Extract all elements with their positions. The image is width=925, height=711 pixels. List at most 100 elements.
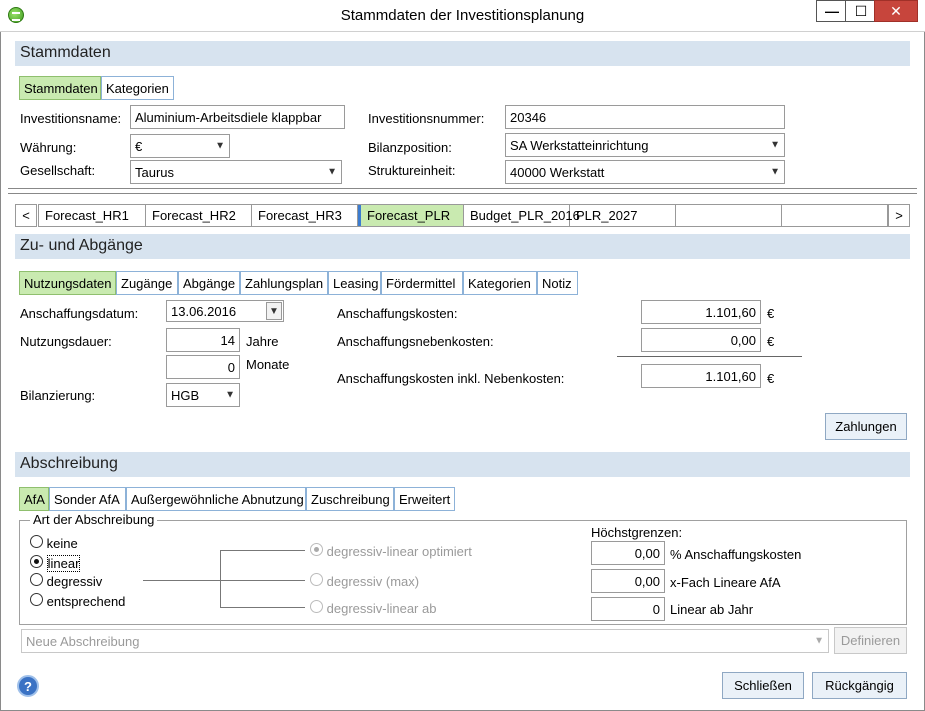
divider — [8, 193, 917, 194]
struktureinheit-label: Struktureinheit: — [368, 163, 456, 178]
radio-degressiv-linear-ab: degressiv-linear ab — [310, 600, 436, 616]
window-title: Stammdaten der Investitionsplanung — [340, 7, 585, 24]
bilanzposition-label: Bilanzposition: — [368, 140, 452, 155]
connector-line — [220, 580, 305, 581]
jahre-input[interactable]: 14 — [166, 328, 240, 352]
radio-degressiv-max: degressiv (max) — [310, 573, 419, 589]
radio-icon — [30, 535, 43, 548]
rueckgaengig-button[interactable]: Rückgängig — [812, 672, 907, 699]
nebenkosten-input[interactable]: 0,00 — [641, 328, 761, 352]
connector-line — [220, 550, 221, 608]
currency-label: € — [767, 371, 775, 386]
chevron-down-icon: ▼ — [814, 635, 824, 647]
radio-icon — [310, 600, 323, 613]
bilanzposition-select[interactable]: SA Werkstatteinrichtung ▼ — [505, 133, 785, 157]
radio-entsprechend[interactable]: entsprechend — [30, 593, 125, 609]
forecast-tab[interactable]: PLR_2027 — [570, 205, 676, 226]
abschreibung-header: Abschreibung — [15, 452, 910, 477]
currency-label: € — [767, 306, 775, 321]
bilanzierung-label: Bilanzierung: — [20, 388, 96, 403]
limit-linear-ab-label: Linear ab Jahr — [670, 602, 754, 617]
investitionsnummer-label: Investitionsnummer: — [368, 111, 485, 126]
title-bar: Stammdaten der Investitionsplanung — ☐ ✕ — [0, 0, 925, 32]
connector-line — [143, 580, 221, 581]
tab-aussergewoehnliche-abnutzung[interactable]: Außergewöhnliche Abnutzung — [126, 487, 306, 511]
forecast-tab[interactable]: Forecast_HR1 — [39, 205, 146, 226]
anschaffungsdatum-label: Anschaffungsdatum: — [20, 306, 139, 321]
tab-stammdaten[interactable]: Stammdaten — [19, 76, 101, 100]
schliessen-button[interactable]: Schließen — [722, 672, 804, 699]
chevron-down-icon: ▼ — [225, 389, 235, 401]
bilanzierung-select[interactable]: HGB ▼ — [166, 383, 240, 407]
minimize-button[interactable]: — — [816, 0, 848, 22]
calendar-dropdown-icon[interactable]: ▼ — [266, 302, 282, 320]
inkl-nebenkosten-input: 1.101,60 — [641, 364, 761, 388]
limit-anschaffungskosten-label: % Anschaffungskosten — [670, 547, 802, 562]
radio-checked-icon — [310, 543, 323, 556]
tab-erweitert[interactable]: Erweitert — [394, 487, 455, 511]
forecast-tab[interactable]: Budget_PLR_2016 — [464, 205, 580, 226]
tab-afa[interactable]: AfA — [19, 487, 49, 511]
tab-kategorien-zu[interactable]: Kategorien — [463, 271, 537, 295]
forecast-tab-active[interactable]: Forecast_PLR — [358, 205, 464, 226]
chevron-down-icon: ▼ — [770, 166, 780, 178]
chevron-down-icon: ▼ — [770, 139, 780, 151]
help-icon[interactable]: ? — [17, 675, 39, 697]
radio-linear[interactable]: linear — [30, 555, 81, 572]
monate-input[interactable]: 0 — [166, 355, 240, 379]
forecast-tabstrip: Forecast_HR1 Forecast_HR2 Forecast_HR3 F… — [38, 204, 888, 227]
radio-icon — [30, 573, 43, 586]
limit-xfach-label: x-Fach Lineare AfA — [670, 575, 781, 590]
tab-zugaenge[interactable]: Zugänge — [116, 271, 178, 295]
zahlungen-button[interactable]: Zahlungen — [825, 413, 907, 440]
abschreibung-groupbox — [19, 520, 907, 625]
radio-degressiv-linear-optimiert: degressiv-linear optimiert — [310, 543, 472, 559]
tab-leasing[interactable]: Leasing — [328, 271, 381, 295]
tab-foerdermittel[interactable]: Fördermittel — [381, 271, 463, 295]
divider — [8, 188, 917, 189]
anschaffungsdatum-picker[interactable]: 13.06.2016 ▼ — [166, 300, 284, 322]
forecast-prev-button[interactable]: < — [15, 204, 37, 227]
close-button[interactable]: ✕ — [874, 0, 918, 22]
nutzungsdauer-label: Nutzungsdauer: — [20, 334, 112, 349]
tab-kategorien[interactable]: Kategorien — [101, 76, 174, 100]
hoechstgrenzen-label: Höchstgrenzen: — [591, 525, 683, 540]
investitionsname-input[interactable]: Aluminium-Arbeitsdiele klappbar — [130, 105, 345, 129]
radio-degressiv[interactable]: degressiv — [30, 573, 102, 589]
waehrung-select[interactable]: € ▼ — [130, 134, 230, 158]
tab-zuschreibung[interactable]: Zuschreibung — [306, 487, 394, 511]
investitionsname-label: Investitionsname: — [20, 111, 122, 126]
radio-icon — [30, 593, 43, 606]
limit-linear-ab-input[interactable]: 0 — [591, 597, 665, 621]
waehrung-label: Währung: — [20, 140, 77, 155]
jahre-label: Jahre — [246, 334, 279, 349]
limit-anschaffungskosten-input[interactable]: 0,00 — [591, 541, 665, 565]
nebenkosten-label: Anschaffungsnebenkosten: — [337, 334, 494, 349]
connector-line — [220, 550, 305, 551]
chevron-down-icon: ▼ — [327, 166, 337, 178]
definieren-button: Definieren — [834, 627, 907, 654]
tab-notiz[interactable]: Notiz — [537, 271, 578, 295]
investitionsnummer-input[interactable]: 20346 — [505, 105, 785, 129]
tab-sonder-afa[interactable]: Sonder AfA — [49, 487, 126, 511]
monate-label: Monate — [246, 357, 290, 372]
limit-xfach-input[interactable]: 0,00 — [591, 569, 665, 593]
gesellschaft-label: Gesellschaft: — [20, 163, 96, 178]
tab-abgaenge[interactable]: Abgänge — [178, 271, 240, 295]
neue-abschreibung-select[interactable]: Neue Abschreibung ▼ — [21, 629, 829, 653]
forecast-tab[interactable]: Forecast_HR2 — [146, 205, 252, 226]
gesellschaft-select[interactable]: Taurus ▼ — [130, 160, 342, 184]
tab-nutzungsdaten[interactable]: Nutzungsdaten — [19, 271, 116, 295]
anschaffungskosten-input[interactable]: 1.101,60 — [641, 300, 761, 324]
forecast-tab[interactable] — [782, 205, 887, 226]
tab-zahlungsplan[interactable]: Zahlungsplan — [240, 271, 328, 295]
maximize-button[interactable]: ☐ — [845, 0, 877, 22]
groupbox-label: Art der Abschreibung — [30, 512, 158, 527]
forecast-tab[interactable]: Forecast_HR3 — [252, 205, 358, 226]
currency-label: € — [767, 334, 775, 349]
forecast-tab[interactable] — [676, 205, 782, 226]
radio-checked-icon — [30, 555, 43, 568]
forecast-next-button[interactable]: > — [888, 204, 910, 227]
struktureinheit-select[interactable]: 40000 Werkstatt ▼ — [505, 160, 785, 184]
radio-keine[interactable]: keine — [30, 535, 78, 551]
